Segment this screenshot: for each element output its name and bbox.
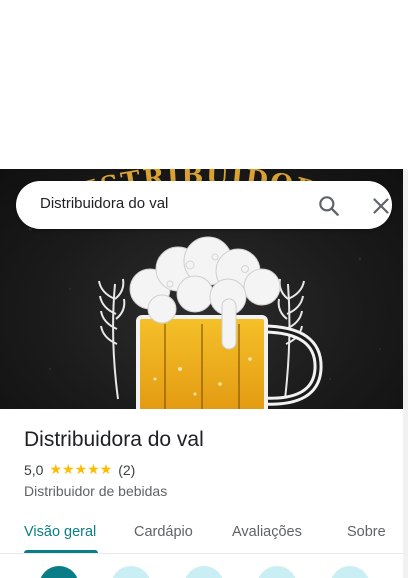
review-count[interactable]: (2) xyxy=(118,462,135,478)
directions-button[interactable] xyxy=(39,566,79,578)
close-icon xyxy=(373,198,389,214)
tab-menu[interactable]: Cardápio xyxy=(134,524,193,540)
tab-reviews[interactable]: Avaliações xyxy=(232,524,302,540)
search-box[interactable]: Distribuidora do val xyxy=(16,181,392,229)
rating-value: 5,0 xyxy=(24,461,44,478)
tab-about[interactable]: Sobre xyxy=(347,524,386,540)
save-button[interactable] xyxy=(111,566,151,578)
top-blank-area xyxy=(0,0,408,169)
scrollbar[interactable] xyxy=(403,169,408,578)
share-button[interactable] xyxy=(330,566,370,578)
tab-overview[interactable]: Visão geral xyxy=(24,524,96,540)
search-button[interactable] xyxy=(316,193,342,219)
rating-summary[interactable]: 5,0 ★★★★★ (2) xyxy=(24,461,135,478)
place-title: Distribuidora do val xyxy=(24,428,204,451)
place-category[interactable]: Distribuidor de bebidas xyxy=(24,483,167,499)
send-to-phone-button[interactable] xyxy=(257,566,297,578)
nearby-button[interactable] xyxy=(184,566,224,578)
active-tab-indicator xyxy=(24,550,98,553)
place-info-panel: Distribuidora do val 5,0 ★★★★★ (2) Distr… xyxy=(0,409,403,578)
star-rating-icon: ★★★★★ xyxy=(49,461,113,477)
search-icon xyxy=(319,196,339,216)
search-input[interactable]: Distribuidora do val xyxy=(40,195,168,212)
clear-search-button[interactable] xyxy=(368,193,394,219)
place-tabs: Visão geral Cardápio Avaliações Sobre xyxy=(0,512,403,554)
wheat-left-icon xyxy=(98,278,126,400)
